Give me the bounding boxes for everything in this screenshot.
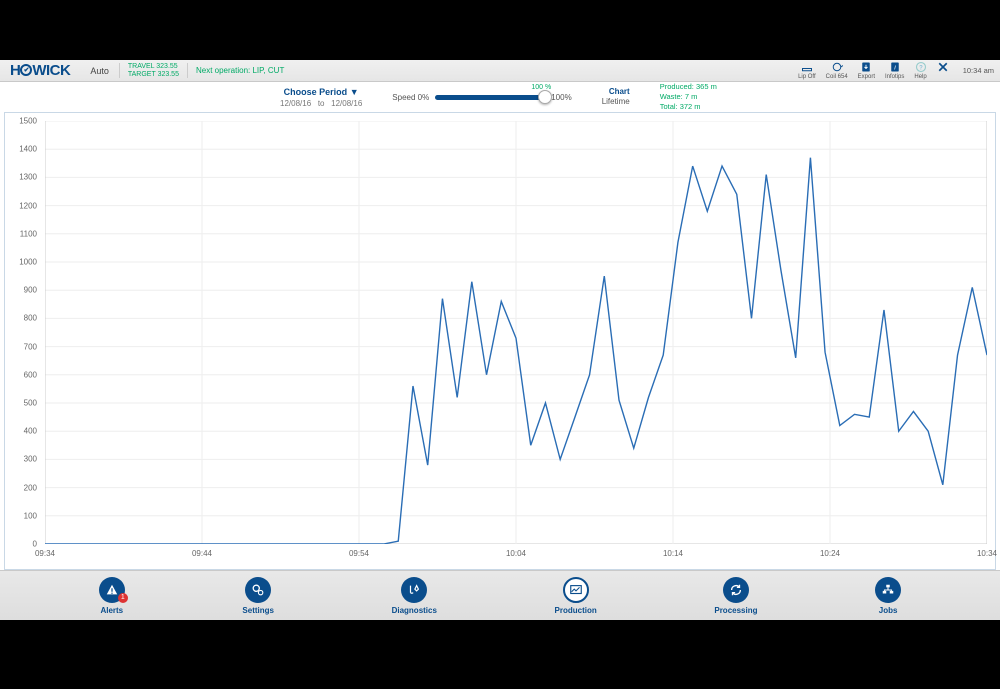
y-tick-label: 500 xyxy=(24,398,37,407)
lifetime-word[interactable]: Lifetime xyxy=(602,97,630,107)
travel-value: 323.55 xyxy=(156,63,177,70)
mode-label: Auto xyxy=(80,66,119,76)
x-axis-labels: 09:3409:4409:5410:0410:1410:2410:34 xyxy=(45,549,987,563)
brand-logo: H✔WICK xyxy=(0,62,80,79)
coil-icon xyxy=(831,61,843,73)
y-tick-label: 1300 xyxy=(19,173,37,182)
alerts-badge: 1 xyxy=(118,593,128,603)
speed-right-label: 100% xyxy=(551,93,571,102)
stat-produced: Produced: 365 m xyxy=(660,82,717,92)
y-tick-label: 200 xyxy=(24,483,37,492)
production-chart-icon xyxy=(569,583,583,597)
stat-waste: Waste: 7 m xyxy=(660,92,717,102)
nav-alerts[interactable]: 1 Alerts xyxy=(99,577,125,615)
travel-label: TRAVEL xyxy=(128,63,154,70)
y-axis-labels: 0100200300400500600700800900100011001200… xyxy=(5,121,41,544)
x-tick-label: 10:34 xyxy=(977,549,997,558)
export-button[interactable]: Export xyxy=(858,61,875,80)
x-tick-label: 09:44 xyxy=(192,549,212,558)
speed-top-label: 100 % xyxy=(531,84,551,91)
close-button[interactable] xyxy=(937,61,949,80)
y-tick-label: 600 xyxy=(24,370,37,379)
bottom-nav: 1 Alerts Settings Diagnostics Production… xyxy=(0,570,1000,620)
target-value: 323.55 xyxy=(158,71,179,78)
y-tick-label: 1000 xyxy=(19,257,37,266)
speed-slider[interactable]: 100 % xyxy=(435,95,545,100)
lipoff-icon xyxy=(801,61,813,73)
chart-word[interactable]: Chart xyxy=(609,87,630,97)
x-tick-label: 10:24 xyxy=(820,549,840,558)
top-bar: H✔WICK Auto TRAVEL 323.55 TARGET 323.55 … xyxy=(0,60,1000,82)
lipoff-button[interactable]: Lip Off xyxy=(798,61,816,80)
nav-diagnostics[interactable]: Diagnostics xyxy=(392,577,437,615)
date-range: 12/08/16 to 12/08/16 xyxy=(280,99,362,108)
y-tick-label: 1100 xyxy=(20,229,37,238)
x-tick-label: 10:14 xyxy=(663,549,683,558)
target-label: TARGET xyxy=(128,71,156,78)
y-tick-label: 1500 xyxy=(19,117,37,126)
chart-plot-area xyxy=(45,121,987,544)
chevron-down-icon: ▼ xyxy=(350,87,359,97)
speed-block: Speed 0% 100 % 100% xyxy=(392,93,571,102)
nav-jobs[interactable]: Jobs xyxy=(875,577,901,615)
chart-panel: 0 100 200 300 400 500 600 700 800 900 1000 1100 1200… xyxy=(4,112,996,570)
infotips-button[interactable]: i Infotips xyxy=(885,61,904,80)
close-icon xyxy=(937,61,949,73)
y-tick-label: 800 xyxy=(24,314,37,323)
app-window: H✔WICK Auto TRAVEL 323.55 TARGET 323.55 … xyxy=(0,60,1000,620)
slider-thumb[interactable] xyxy=(538,90,552,104)
travel-target-block: TRAVEL 323.55 TARGET 323.55 xyxy=(119,63,188,78)
infotips-icon: i xyxy=(889,61,901,73)
y-tick-label: 1200 xyxy=(19,201,37,210)
y-tick-label: 900 xyxy=(24,286,37,295)
y-tick-label: 400 xyxy=(24,427,37,436)
tools-icon xyxy=(407,583,421,597)
x-tick-label: 10:04 xyxy=(506,549,526,558)
y-tick-label: 700 xyxy=(24,342,37,351)
nav-production[interactable]: Production xyxy=(555,577,597,615)
y-tick-label: 1400 xyxy=(19,145,37,154)
stat-total: Total: 372 m xyxy=(660,102,717,112)
speed-left-label: Speed 0% xyxy=(392,93,429,102)
line-chart xyxy=(45,121,987,544)
logo-o-icon: ✔ xyxy=(20,64,32,76)
period-block: Choose Period ▼ 12/08/16 to 12/08/16 xyxy=(280,87,362,108)
help-button[interactable]: ? Help xyxy=(914,61,926,80)
y-tick-label: 0 xyxy=(33,540,37,549)
nav-settings[interactable]: Settings xyxy=(242,577,274,615)
top-icon-row: Lip Off Coil 654 Export i Infotips ? Hel… xyxy=(790,61,957,80)
svg-text:?: ? xyxy=(919,65,923,71)
clock: 10:34 am xyxy=(957,66,1000,75)
x-tick-label: 09:54 xyxy=(349,549,369,558)
y-tick-label: 100 xyxy=(24,511,37,520)
choose-period-dropdown[interactable]: Choose Period ▼ xyxy=(280,87,362,97)
y-tick-label: 300 xyxy=(24,455,37,464)
chart-lifetime-block: Chart Lifetime xyxy=(602,87,630,108)
help-icon: ? xyxy=(915,61,927,73)
coil-button[interactable]: Coil 654 xyxy=(826,61,848,80)
stats-block: Produced: 365 m Waste: 7 m Total: 372 m xyxy=(660,82,717,111)
controls-row: Choose Period ▼ 12/08/16 to 12/08/16 Spe… xyxy=(0,82,1000,112)
gear-icon xyxy=(251,583,265,597)
next-operation: Next operation: LIP, CUT xyxy=(188,66,292,75)
x-tick-label: 09:34 xyxy=(35,549,55,558)
jobs-icon xyxy=(881,583,895,597)
nav-processing[interactable]: Processing xyxy=(714,577,757,615)
processing-icon xyxy=(729,583,743,597)
alert-icon xyxy=(105,583,119,597)
export-icon xyxy=(860,61,872,73)
